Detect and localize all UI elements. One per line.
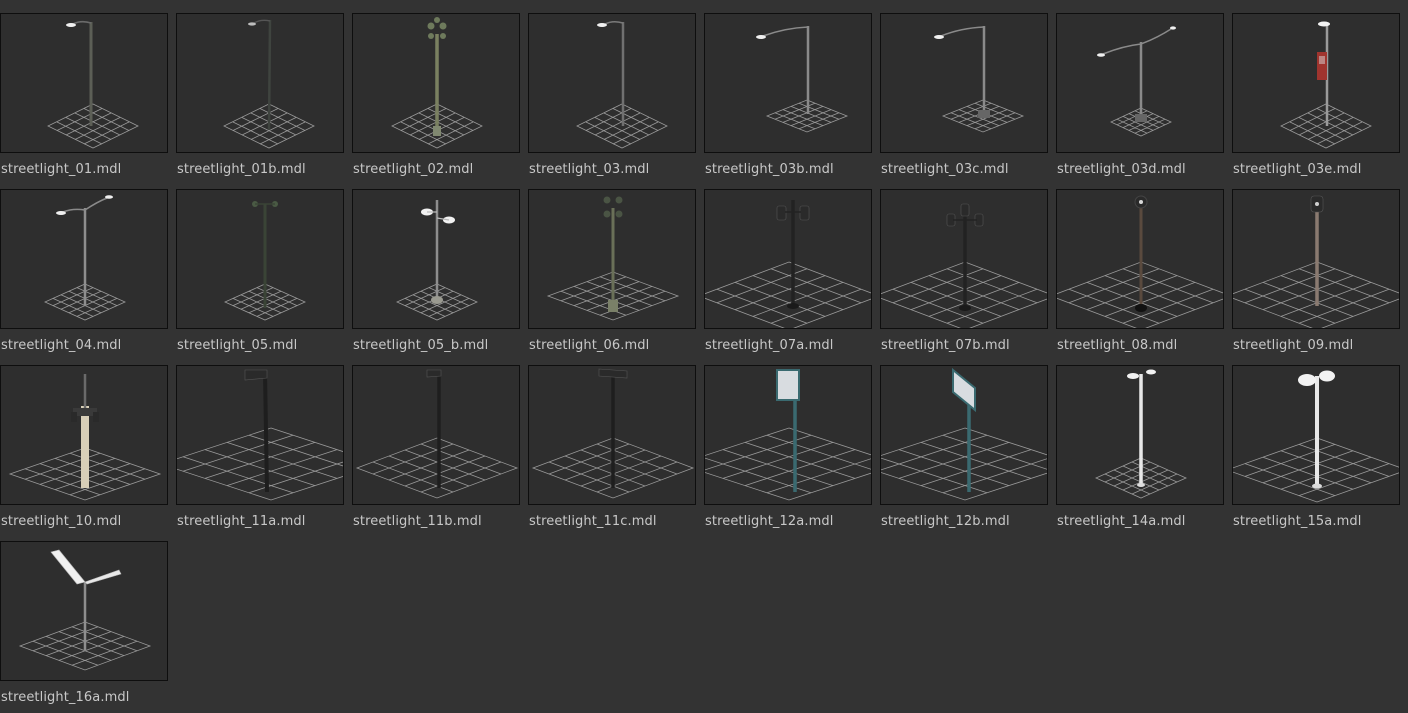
- model-tile[interactable]: streetlight_14a.mdl: [1056, 365, 1224, 535]
- model-thumbnail: [528, 365, 696, 505]
- model-filename: streetlight_06.mdl: [529, 338, 650, 353]
- model-tile[interactable]: streetlight_04.mdl: [0, 189, 168, 359]
- model-thumbnail: [352, 13, 520, 153]
- model-filename: streetlight_04.mdl: [1, 338, 122, 353]
- model-thumbnail: [176, 13, 344, 153]
- model-filename: streetlight_03e.mdl: [1233, 162, 1362, 177]
- model-filename: streetlight_12b.mdl: [881, 514, 1010, 529]
- model-tile[interactable]: streetlight_01.mdl: [0, 13, 168, 183]
- model-thumbnail: [0, 189, 168, 329]
- model-filename: streetlight_01b.mdl: [177, 162, 306, 177]
- model-browser-grid: streetlight_01.mdl streetlight_01b.mdl s…: [0, 0, 1408, 713]
- model-tile[interactable]: streetlight_12b.mdl: [880, 365, 1048, 535]
- model-tile[interactable]: streetlight_15a.mdl: [1232, 365, 1400, 535]
- model-tile[interactable]: streetlight_07a.mdl: [704, 189, 872, 359]
- model-tile[interactable]: streetlight_03b.mdl: [704, 13, 872, 183]
- model-thumbnail: [176, 365, 344, 505]
- model-thumbnail: [176, 189, 344, 329]
- model-filename: streetlight_16a.mdl: [1, 690, 130, 705]
- model-filename: streetlight_14a.mdl: [1057, 514, 1186, 529]
- model-filename: streetlight_12a.mdl: [705, 514, 834, 529]
- model-thumbnail: [1232, 365, 1400, 505]
- model-tile[interactable]: streetlight_08.mdl: [1056, 189, 1224, 359]
- model-thumbnail: [352, 365, 520, 505]
- model-filename: streetlight_03b.mdl: [705, 162, 834, 177]
- model-filename: streetlight_09.mdl: [1233, 338, 1354, 353]
- model-thumbnail: [880, 189, 1048, 329]
- model-filename: streetlight_15a.mdl: [1233, 514, 1362, 529]
- model-tile[interactable]: streetlight_01b.mdl: [176, 13, 344, 183]
- model-tile[interactable]: streetlight_16a.mdl: [0, 541, 168, 711]
- model-thumbnail: [704, 365, 872, 505]
- model-thumbnail: [1056, 365, 1224, 505]
- model-tile[interactable]: streetlight_11c.mdl: [528, 365, 696, 535]
- model-filename: streetlight_03c.mdl: [881, 162, 1009, 177]
- model-tile[interactable]: streetlight_03.mdl: [528, 13, 696, 183]
- model-filename: streetlight_05_b.mdl: [353, 338, 489, 353]
- model-tile[interactable]: streetlight_12a.mdl: [704, 365, 872, 535]
- model-tile[interactable]: streetlight_02.mdl: [352, 13, 520, 183]
- model-thumbnail: [528, 13, 696, 153]
- model-thumbnail: [1232, 13, 1400, 153]
- model-thumbnail: [1232, 189, 1400, 329]
- model-filename: streetlight_10.mdl: [1, 514, 122, 529]
- model-thumbnail: [704, 13, 872, 153]
- model-thumbnail: [0, 541, 168, 681]
- model-thumbnail: [1056, 13, 1224, 153]
- model-thumbnail: [0, 13, 168, 153]
- model-thumbnail: [704, 189, 872, 329]
- model-thumbnail: [0, 365, 168, 505]
- model-tile[interactable]: streetlight_11b.mdl: [352, 365, 520, 535]
- model-tile[interactable]: streetlight_03e.mdl: [1232, 13, 1400, 183]
- model-tile[interactable]: streetlight_03d.mdl: [1056, 13, 1224, 183]
- model-filename: streetlight_11b.mdl: [353, 514, 482, 529]
- model-tile[interactable]: streetlight_05.mdl: [176, 189, 344, 359]
- model-thumbnail: [1056, 189, 1224, 329]
- model-filename: streetlight_11c.mdl: [529, 514, 657, 529]
- model-tile[interactable]: streetlight_03c.mdl: [880, 13, 1048, 183]
- model-thumbnail: [880, 13, 1048, 153]
- model-filename: streetlight_01.mdl: [1, 162, 122, 177]
- model-tile[interactable]: streetlight_07b.mdl: [880, 189, 1048, 359]
- model-tile[interactable]: streetlight_11a.mdl: [176, 365, 344, 535]
- model-filename: streetlight_11a.mdl: [177, 514, 306, 529]
- model-tile[interactable]: streetlight_10.mdl: [0, 365, 168, 535]
- model-filename: streetlight_05.mdl: [177, 338, 298, 353]
- model-filename: streetlight_03d.mdl: [1057, 162, 1186, 177]
- model-filename: streetlight_02.mdl: [353, 162, 474, 177]
- model-thumbnail: [352, 189, 520, 329]
- model-tile[interactable]: streetlight_05_b.mdl: [352, 189, 520, 359]
- model-filename: streetlight_07a.mdl: [705, 338, 834, 353]
- model-thumbnail: [880, 365, 1048, 505]
- model-filename: streetlight_03.mdl: [529, 162, 650, 177]
- model-filename: streetlight_08.mdl: [1057, 338, 1178, 353]
- model-thumbnail: [528, 189, 696, 329]
- model-tile[interactable]: streetlight_09.mdl: [1232, 189, 1400, 359]
- model-filename: streetlight_07b.mdl: [881, 338, 1010, 353]
- model-tile[interactable]: streetlight_06.mdl: [528, 189, 696, 359]
